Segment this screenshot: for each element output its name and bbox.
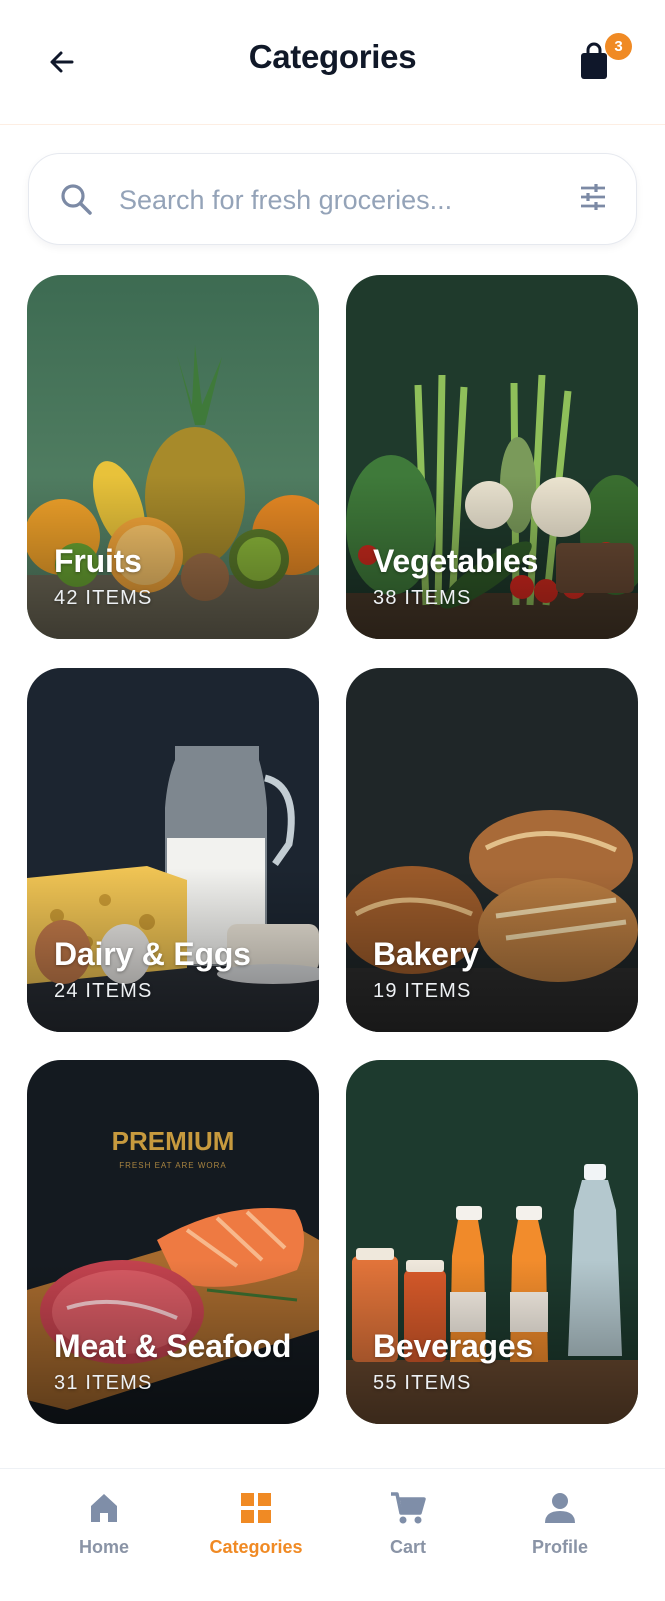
nav-label: Home (78, 1537, 129, 1557)
search-input[interactable] (117, 176, 561, 224)
person-icon (545, 1493, 575, 1523)
category-card-meat-seafood[interactable]: PREMIUM FRESH EAT ARE WORA Meat & Seafoo… (27, 1060, 319, 1424)
nav-profile[interactable]: Profile (500, 1491, 620, 1571)
category-name: Fruits (54, 543, 142, 579)
premium-logo: PREMIUM (112, 1126, 235, 1156)
category-card-vegetables[interactable]: Vegetables 38 ITEMS (346, 275, 638, 639)
nav-cart[interactable]: Cart (348, 1491, 468, 1571)
nav-home[interactable]: Home (44, 1491, 164, 1571)
dairy-eggs-image (27, 668, 319, 1032)
search-bar[interactable] (28, 153, 637, 245)
category-name: Vegetables (373, 543, 539, 579)
category-name: Bakery (373, 936, 479, 972)
category-item-count: 42 ITEMS (54, 587, 153, 609)
premium-logo-subtext: FRESH EAT ARE WORA (119, 1161, 227, 1170)
nav-label: Categories (209, 1537, 303, 1557)
category-name: Beverages (373, 1328, 534, 1364)
category-card-dairy-eggs[interactable]: Dairy & Eggs 24 ITEMS (27, 668, 319, 1032)
category-name: Meat & Seafood (54, 1328, 292, 1364)
category-name: Dairy & Eggs (54, 936, 251, 972)
grid-icon (241, 1493, 271, 1523)
filter-sliders-icon[interactable] (579, 183, 607, 211)
bottom-navigation: Home Categories Cart Profile (0, 1468, 665, 1601)
beverages-image (346, 1060, 638, 1424)
category-item-count: 55 ITEMS (373, 1372, 472, 1394)
category-card-bakery[interactable]: Bakery 19 ITEMS (346, 668, 638, 1032)
meat-seafood-image: PREMIUM FRESH EAT ARE WORA (27, 1060, 319, 1424)
app-header: Categories 3 (0, 0, 665, 125)
category-card-fruits[interactable]: Fruits 42 ITEMS (27, 275, 319, 639)
category-item-count: 19 ITEMS (373, 980, 472, 1002)
nav-label: Cart (389, 1537, 426, 1557)
page-title: Categories (248, 38, 417, 75)
cart-count-badge: 3 (605, 33, 632, 60)
fruits-image (27, 275, 319, 639)
cart-icon (391, 1492, 426, 1524)
bakery-image (346, 668, 638, 1032)
category-item-count: 38 ITEMS (373, 587, 472, 609)
category-card-beverages[interactable]: Beverages 55 ITEMS (346, 1060, 638, 1424)
vegetables-image (346, 275, 638, 639)
search-icon (61, 184, 92, 215)
home-icon (91, 1494, 117, 1522)
category-item-count: 31 ITEMS (54, 1372, 153, 1394)
category-item-count: 24 ITEMS (54, 980, 153, 1002)
nav-categories[interactable]: Categories (196, 1491, 316, 1571)
nav-label: Profile (531, 1537, 588, 1557)
